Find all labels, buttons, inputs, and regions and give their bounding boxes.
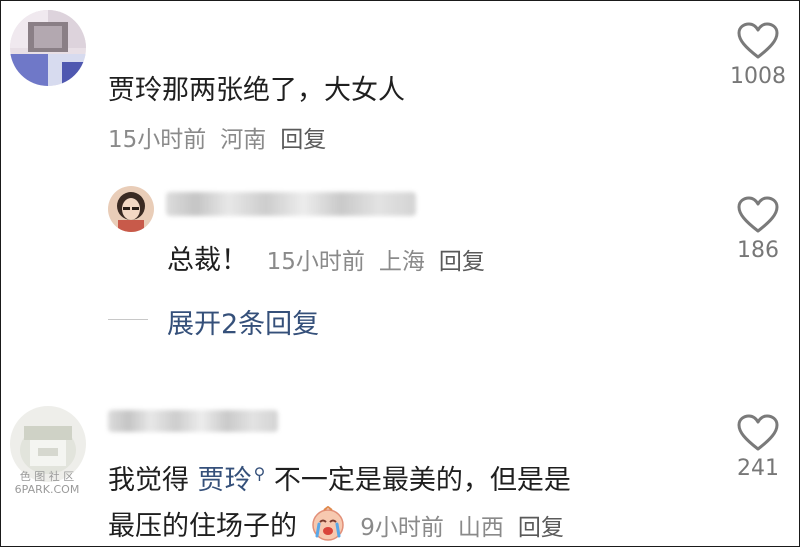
heart-outline-icon bbox=[737, 196, 779, 233]
watermark-line: 色 图 社 区 bbox=[19, 470, 75, 483]
search-icon: ⚲ bbox=[253, 464, 266, 483]
avatar[interactable] bbox=[108, 186, 154, 232]
comment-meta: 15小时前 河南 回复 bbox=[108, 120, 340, 154]
comment-time: 9小时前 bbox=[360, 515, 444, 541]
comment-text: 贾玲那两张绝了，大女人 bbox=[108, 75, 405, 106]
watermark: 色 图 社 区 6PARK.COM bbox=[10, 470, 84, 496]
username-blurred[interactable] bbox=[166, 192, 416, 216]
reply-button[interactable]: 回复 bbox=[280, 127, 326, 153]
like-count: 1008 bbox=[730, 64, 786, 89]
mention-link[interactable]: 贾玲 bbox=[198, 465, 252, 496]
comment-text-part: 不一定是最美的，但是是 bbox=[265, 465, 571, 496]
crying-face-emoji-icon bbox=[310, 505, 346, 549]
reply-content: 总裁！ bbox=[167, 245, 248, 276]
heart-outline-icon bbox=[737, 22, 779, 59]
comment-text-part: 最压的住场子的 bbox=[108, 511, 297, 542]
comment-text-line2: 最压的住场子的 9小时前 山西 回复 bbox=[108, 504, 578, 549]
comment-meta: 9小时前 山西 回复 bbox=[360, 515, 578, 541]
expand-replies-button[interactable]: 展开2条回复 bbox=[167, 302, 319, 341]
comment-location: 山西 bbox=[457, 515, 504, 541]
watermark-line: 6PARK.COM bbox=[14, 483, 80, 496]
heart-outline-icon bbox=[737, 414, 779, 451]
like-count: 241 bbox=[737, 456, 779, 481]
like-count: 186 bbox=[737, 238, 779, 263]
username-blurred[interactable] bbox=[108, 410, 278, 432]
comment-text: 我觉得 贾玲 ⚲ 不一定是最美的，但是是 bbox=[108, 458, 571, 497]
like-button[interactable]: 1008 bbox=[728, 22, 788, 89]
reply-button[interactable]: 回复 bbox=[518, 515, 564, 541]
reply-text: 总裁！ 15小时前 上海 回复 bbox=[167, 238, 499, 277]
reply-meta: 15小时前 上海 回复 bbox=[267, 249, 499, 275]
reply-button[interactable]: 回复 bbox=[439, 249, 485, 275]
reply-location: 上海 bbox=[378, 249, 425, 275]
like-button[interactable]: 241 bbox=[728, 414, 788, 481]
comment-text-part: 我觉得 bbox=[108, 465, 198, 496]
comment-time: 15小时前 bbox=[108, 127, 207, 153]
expand-divider bbox=[108, 319, 148, 320]
reply-time: 15小时前 bbox=[266, 249, 365, 275]
like-button[interactable]: 186 bbox=[728, 196, 788, 263]
avatar[interactable] bbox=[10, 10, 86, 86]
comment-location: 河南 bbox=[220, 127, 267, 153]
